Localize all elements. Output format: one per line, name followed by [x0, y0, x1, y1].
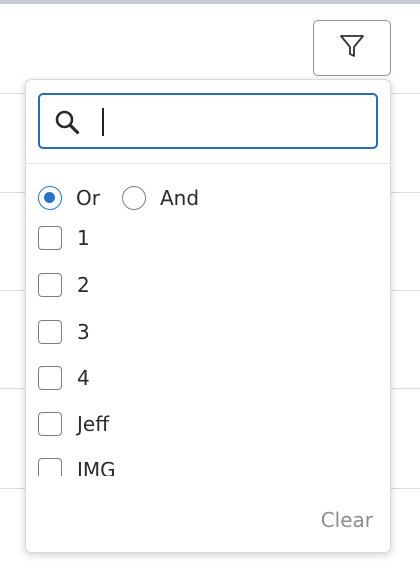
checkbox[interactable]: [38, 226, 62, 250]
search-icon: [54, 109, 80, 139]
search-field[interactable]: [38, 93, 378, 149]
checkbox[interactable]: [38, 458, 62, 476]
search-input[interactable]: [98, 103, 364, 139]
radio-or-button[interactable]: [38, 186, 62, 210]
checkbox[interactable]: [38, 412, 62, 436]
filter-toggle-button[interactable]: [313, 20, 391, 76]
clear-button[interactable]: Clear: [321, 508, 373, 532]
radio-and-button[interactable]: [121, 186, 146, 210]
radio-or-label: Or: [76, 186, 100, 210]
filter-popover: Or And 1 2 3 4 Jeff IMG Clear: [25, 79, 391, 553]
checkbox[interactable]: [38, 273, 62, 297]
list-item[interactable]: 4: [38, 362, 90, 394]
radio-or[interactable]: Or: [38, 186, 100, 210]
list-item-label: 4: [77, 366, 90, 390]
list-item[interactable]: 1: [38, 222, 90, 254]
checkbox[interactable]: [38, 366, 62, 390]
list-item-label: Jeff: [77, 412, 109, 436]
filter-icon: [339, 33, 365, 63]
value-list[interactable]: 1 2 3 4 Jeff IMG: [26, 222, 390, 476]
list-item[interactable]: 2: [38, 269, 90, 301]
list-item[interactable]: 3: [38, 316, 90, 348]
list-item-label: IMG: [77, 458, 116, 476]
text-cursor: [102, 108, 104, 136]
radio-and-label: And: [159, 186, 200, 210]
table-top-border: [0, 0, 420, 4]
list-item[interactable]: IMG: [38, 454, 116, 476]
checkbox[interactable]: [38, 320, 62, 344]
list-item-label: 1: [77, 226, 90, 250]
list-item-label: 3: [77, 320, 90, 344]
list-item[interactable]: Jeff: [38, 408, 109, 440]
list-item-label: 2: [77, 273, 90, 297]
divider: [26, 163, 390, 164]
radio-and[interactable]: And: [121, 186, 200, 210]
logic-radio-group: Or And: [38, 182, 221, 214]
